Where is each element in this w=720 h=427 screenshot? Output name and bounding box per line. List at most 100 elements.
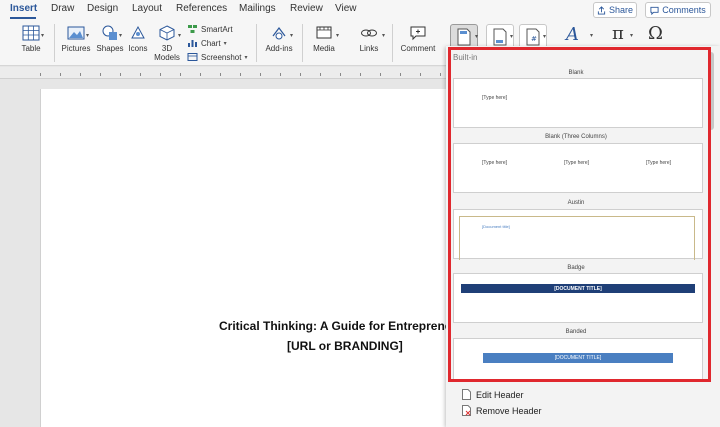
add-ins-label: Add-ins xyxy=(265,44,293,53)
active-tab-indicator xyxy=(10,17,36,19)
links-button[interactable]: Links xyxy=(354,20,384,53)
header-option-austin[interactable]: [Document title] xyxy=(453,209,703,260)
badge-title-bar: [DOCUMENT TITLE] xyxy=(461,284,695,293)
chevron-down-icon: ▾ xyxy=(223,40,227,47)
gallery-item-title: Badge xyxy=(567,265,585,271)
svg-text:#: # xyxy=(531,35,537,43)
comments-button[interactable]: Comments xyxy=(645,2,711,18)
comment-plus-icon xyxy=(410,26,426,41)
placeholder-text: [DOCUMENT TITLE] xyxy=(554,355,602,361)
header-option-blank-three-columns[interactable]: [Type here] [Type here] [Type here] xyxy=(453,143,703,193)
chevron-down-icon[interactable]: ▾ xyxy=(590,32,593,39)
ribbon-separator xyxy=(256,24,257,62)
ribbon-separator xyxy=(392,24,393,62)
media-label: Media xyxy=(313,44,335,53)
document-icon xyxy=(462,389,471,400)
chart-label: Chart xyxy=(201,38,221,48)
ribbon-tab-bar: Insert Draw Design Layout References Mai… xyxy=(0,0,720,20)
placeholder-text: [Type here] xyxy=(482,160,508,166)
chevron-down-icon[interactable]: ▾ xyxy=(86,32,89,39)
smartart-button[interactable]: SmartArt xyxy=(187,24,233,34)
chevron-down-icon[interactable]: ▾ xyxy=(290,32,293,39)
placeholder-text: [DOCUMENT TITLE] xyxy=(554,285,602,292)
austin-frame xyxy=(459,216,695,260)
page-number-icon: # xyxy=(526,28,540,46)
share-button[interactable]: Share xyxy=(593,2,637,18)
gallery-item-title: Austin xyxy=(567,200,585,206)
edit-header-menu-item[interactable]: Edit Header xyxy=(462,389,524,400)
tab-view[interactable]: View xyxy=(335,3,357,14)
table-label: Table xyxy=(21,44,41,53)
remove-document-icon xyxy=(462,405,471,416)
cube-icon xyxy=(159,25,175,41)
3d-models-label: 3D Models xyxy=(154,44,180,62)
chevron-down-icon[interactable]: ▾ xyxy=(630,32,633,39)
pictures-icon xyxy=(67,26,85,40)
screenshot-label: Screenshot xyxy=(201,52,242,62)
chevron-down-icon[interactable]: ▾ xyxy=(475,33,478,40)
placeholder-text: [Document title] xyxy=(482,224,510,229)
chevron-down-icon[interactable]: ▾ xyxy=(336,32,339,39)
horizontal-ruler[interactable] xyxy=(0,67,448,79)
screenshot-button[interactable]: Screenshot ▾ xyxy=(187,52,247,62)
media-icon xyxy=(316,26,332,39)
document-title-text[interactable]: Critical Thinking: A Guide for Entrepren… xyxy=(219,319,451,333)
tab-review[interactable]: Review xyxy=(290,3,323,14)
share-icon xyxy=(597,5,606,15)
icons-button[interactable]: Icons xyxy=(126,20,150,53)
header-option-badge[interactable]: [DOCUMENT TITLE] xyxy=(453,273,703,323)
smartart-icon xyxy=(188,25,197,33)
banded-title-bar: [DOCUMENT TITLE] xyxy=(483,353,673,363)
header-option-banded[interactable]: [DOCUMENT TITLE] xyxy=(453,338,703,380)
chevron-down-icon[interactable]: ▾ xyxy=(119,32,122,39)
shapes-icon xyxy=(102,25,117,40)
footer-icon xyxy=(493,28,507,46)
icons-label: Icons xyxy=(128,44,148,53)
equation-pi-icon[interactable]: π xyxy=(612,23,624,44)
tab-insert[interactable]: Insert xyxy=(10,3,37,14)
ribbon-separator xyxy=(302,24,303,62)
comment-label: Comment xyxy=(400,44,436,53)
tab-layout[interactable]: Layout xyxy=(132,3,162,14)
document-page[interactable] xyxy=(40,89,460,427)
tab-design[interactable]: Design xyxy=(87,3,118,14)
chart-button[interactable]: Chart ▾ xyxy=(187,38,227,48)
remove-header-menu-item[interactable]: Remove Header xyxy=(462,405,542,416)
comments-label: Comments xyxy=(662,5,706,15)
share-label: Share xyxy=(608,5,634,15)
chevron-down-icon[interactable]: ▾ xyxy=(543,33,546,40)
placeholder-text: [Type here] xyxy=(646,160,672,166)
chevron-down-icon[interactable]: ▾ xyxy=(510,33,513,40)
chevron-down-icon[interactable]: ▾ xyxy=(178,32,181,39)
tab-mailings[interactable]: Mailings xyxy=(239,3,276,14)
links-label: Links xyxy=(359,44,379,53)
pictures-label: Pictures xyxy=(61,44,91,53)
table-icon xyxy=(22,25,40,41)
smartart-label: SmartArt xyxy=(201,24,233,34)
screenshot-icon xyxy=(187,53,198,61)
gallery-item-title: Blank xyxy=(568,70,584,76)
document-branding-text[interactable]: [URL or BRANDING] xyxy=(287,339,403,353)
tab-references[interactable]: References xyxy=(176,3,227,14)
3d-models-button[interactable]: 3D Models xyxy=(153,20,181,62)
chevron-down-icon[interactable]: ▾ xyxy=(41,32,44,39)
edit-header-label: Edit Header xyxy=(476,389,524,400)
equation-a-icon[interactable]: A xyxy=(566,24,579,45)
add-ins-icon xyxy=(272,27,286,40)
comment-icon xyxy=(650,6,659,15)
gallery-item-title: Blank (Three Columns) xyxy=(545,134,607,140)
gallery-section-label: Built-in xyxy=(453,53,478,62)
comment-button[interactable]: Comment xyxy=(400,20,436,53)
shapes-label: Shapes xyxy=(96,44,124,53)
gallery-scrollbar[interactable] xyxy=(708,52,714,130)
remove-header-label: Remove Header xyxy=(476,405,542,416)
placeholder-text: [Type here] xyxy=(482,95,508,101)
chevron-down-icon: ▾ xyxy=(244,54,248,61)
symbol-omega-icon[interactable]: Ω xyxy=(648,23,663,44)
tab-draw[interactable]: Draw xyxy=(51,3,74,14)
chart-icon xyxy=(188,40,197,47)
gallery-item-title: Banded xyxy=(565,329,587,335)
header-option-blank[interactable]: [Type here] xyxy=(453,78,703,128)
placeholder-text: [Type here] xyxy=(564,160,590,166)
chevron-down-icon[interactable]: ▾ xyxy=(382,32,385,39)
